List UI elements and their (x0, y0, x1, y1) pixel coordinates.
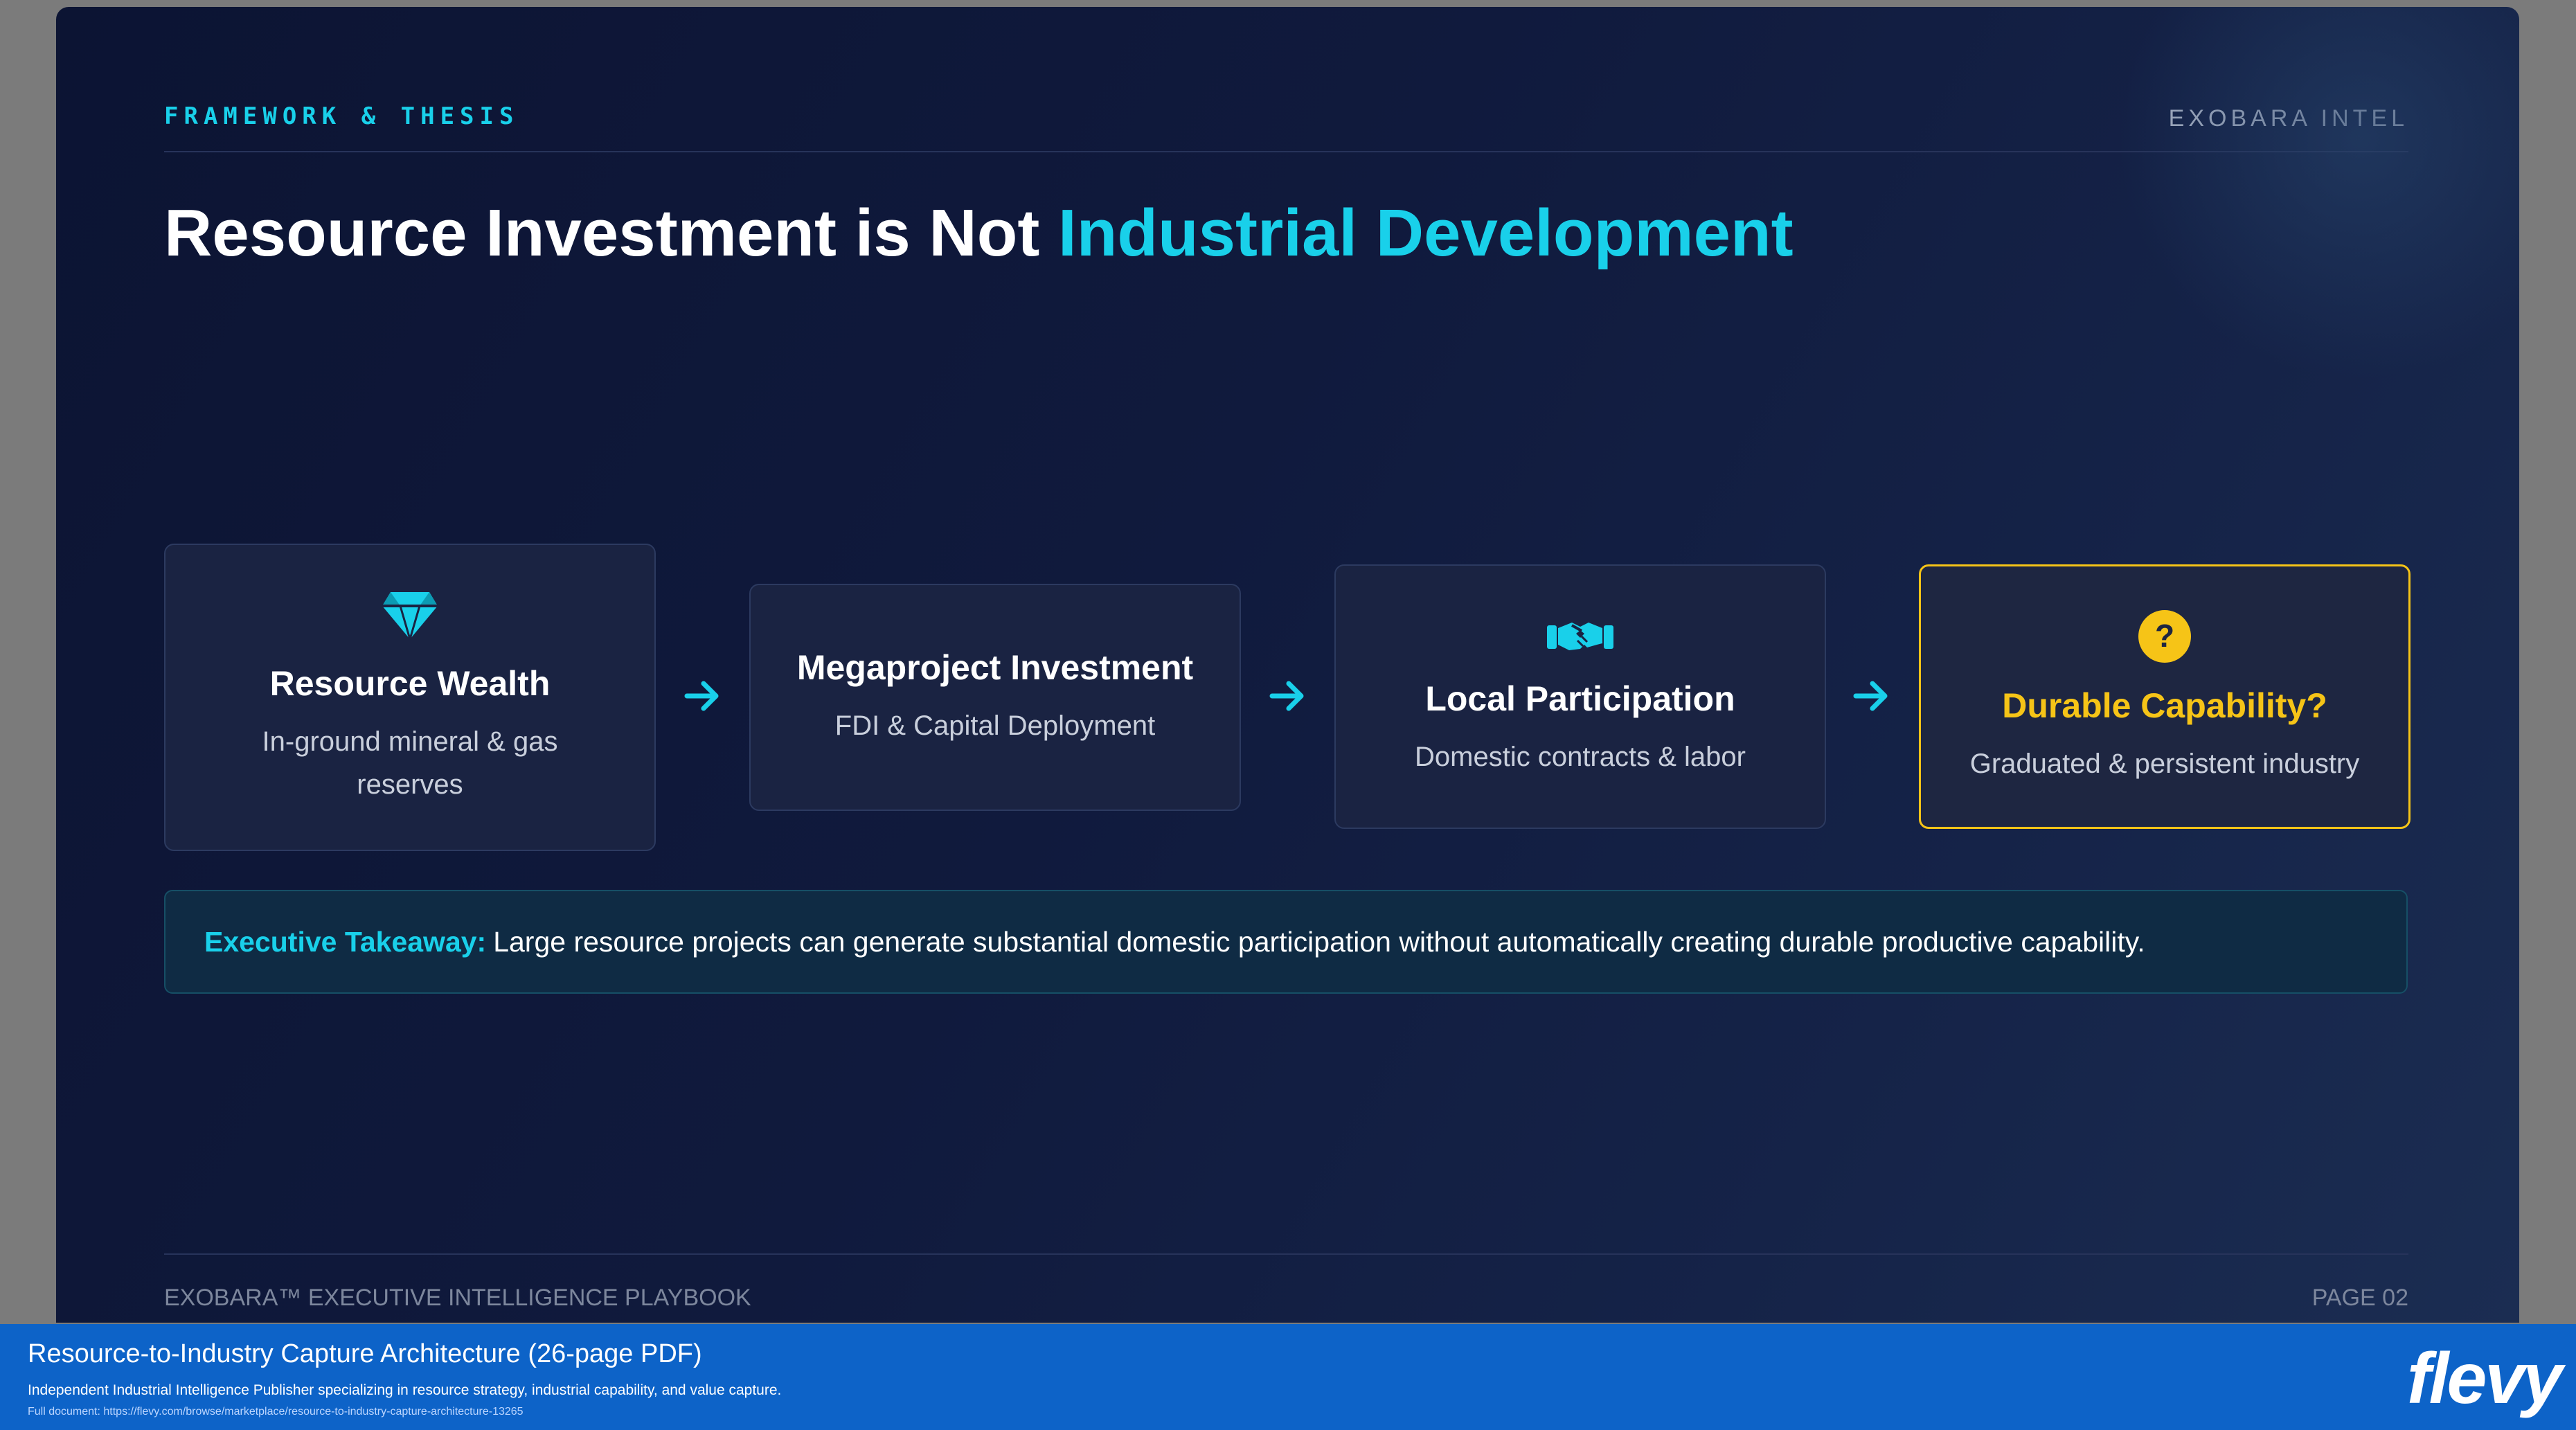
diamond-icon (381, 589, 439, 645)
title-accent: Industrial Development (1058, 196, 1794, 270)
document-banner: Resource-to-Industry Capture Architectur… (0, 1324, 2576, 1430)
step-card-local-participation: Local Participation Domestic contracts &… (1334, 564, 1826, 829)
step-title: Resource Wealth (269, 663, 551, 703)
handshake-icon (1546, 616, 1615, 661)
flevy-logo[interactable]: flevy (2407, 1338, 2563, 1420)
step-title: Durable Capability? (2002, 686, 2327, 725)
banner-page-count: (26-page PDF) (520, 1339, 702, 1368)
slide: FRAMEWORK & THESIS EXOBARA INTEL Resourc… (56, 7, 2519, 1323)
step-subtitle: In-ground mineral & gas reserves (262, 726, 558, 800)
step-subtitle: Domestic contracts & labor (1415, 741, 1746, 772)
brand-label: EXOBARA INTEL (2168, 105, 2408, 132)
slide-title: Resource Investment is Not Industrial De… (164, 195, 1794, 271)
step-title: Megaproject Investment (796, 648, 1194, 687)
footer-playbook-label: EXOBARA™ EXECUTIVE INTELLIGENCE PLAYBOOK (164, 1285, 751, 1311)
arrow-right-icon (1850, 675, 1892, 717)
banner-doc-title: Resource-to-Industry Capture Architectur… (28, 1339, 521, 1368)
banner-title: Resource-to-Industry Capture Architectur… (28, 1339, 702, 1369)
arrow-right-icon (1267, 675, 1308, 717)
page-number: PAGE 02 (2311, 1285, 2408, 1311)
svg-text:?: ? (2155, 618, 2174, 654)
executive-takeaway: Executive Takeaway: Large resource proje… (164, 890, 2408, 994)
takeaway-label: Executive Takeaway: (204, 925, 487, 958)
step-card-durable-capability: ? Durable Capability? Graduated & persis… (1919, 564, 2410, 829)
title-main: Resource Investment is Not (164, 196, 1059, 270)
header-divider (164, 151, 2408, 152)
step-subtitle: Graduated & persistent industry (1969, 748, 2360, 779)
question-icon: ? (2137, 609, 2192, 668)
step-card-megaproject-investment: Megaproject Investment FDI & Capital Dep… (749, 584, 1241, 811)
banner-link[interactable]: Full document: https://flevy.com/browse/… (28, 1406, 524, 1418)
step-card-resource-wealth: Resource Wealth In-ground mineral & gas … (164, 544, 656, 851)
takeaway-text: Large resource projects can generate sub… (493, 925, 2145, 958)
banner-description: Independent Industrial Intelligence Publ… (28, 1382, 782, 1398)
step-title: Local Participation (1425, 679, 1735, 718)
footer-divider (164, 1253, 2408, 1255)
arrow-right-icon (681, 675, 723, 717)
section-kicker: FRAMEWORK & THESIS (164, 102, 519, 130)
step-subtitle: FDI & Capital Deployment (834, 710, 1156, 741)
